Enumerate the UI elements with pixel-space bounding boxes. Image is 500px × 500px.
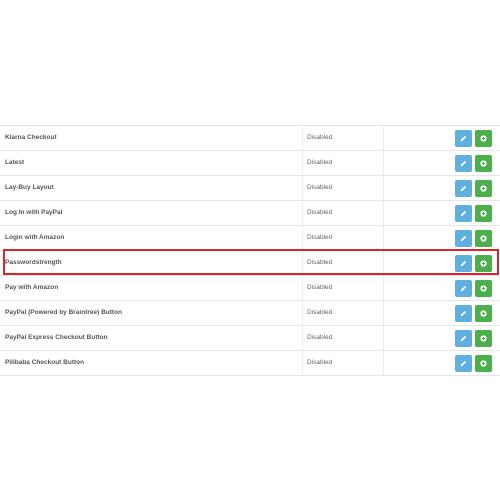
install-button[interactable] [475,230,492,247]
table-row: PayPal (Powered by Braintree) Button Dis… [0,301,500,326]
extension-status: Disabled [307,359,333,366]
extension-name: PayPal (Powered by Braintree) Button [5,309,123,316]
extension-name: Pay with Amazon [5,284,59,291]
edit-button[interactable] [455,330,472,347]
install-button[interactable] [475,180,492,197]
extensions-table: Klarna Checkout Disabled Latest Disabled… [0,125,500,376]
extension-name: Lay-Buy Layout [5,184,54,191]
table-row: Login with Amazon Disabled [0,226,500,251]
extension-name: PayPal Express Checkout Button [5,334,108,341]
edit-button[interactable] [455,230,472,247]
column-divider [383,326,384,350]
table-row: Lay-Buy Layout Disabled [0,176,500,201]
extension-name: Log In with PayPal [5,209,63,216]
pencil-icon [460,310,467,317]
pencil-icon [460,360,467,367]
column-divider [302,226,303,250]
extension-name: Login with Amazon [5,234,65,241]
table-row: Passwordstrength Disabled [0,251,500,276]
edit-button[interactable] [455,130,472,147]
extension-status: Disabled [307,259,333,266]
plus-circle-icon [480,310,487,317]
edit-button[interactable] [455,155,472,172]
extension-name: Passwordstrength [5,259,62,266]
plus-circle-icon [480,360,487,367]
column-divider [383,351,384,375]
extension-status: Disabled [307,159,333,166]
column-divider [383,301,384,325]
edit-button[interactable] [455,355,472,372]
table-row: Klarna Checkout Disabled [0,126,500,151]
table-row: Latest Disabled [0,151,500,176]
edit-button[interactable] [455,280,472,297]
pencil-icon [460,260,467,267]
install-button[interactable] [475,255,492,272]
column-divider [383,201,384,225]
install-button[interactable] [475,130,492,147]
extension-name: Klarna Checkout [5,134,57,141]
pencil-icon [460,210,467,217]
column-divider [383,276,384,300]
column-divider [302,126,303,150]
plus-circle-icon [480,235,487,242]
column-divider [383,176,384,200]
pencil-icon [460,235,467,242]
table-row: Pay with Amazon Disabled [0,276,500,301]
column-divider [302,326,303,350]
column-divider [302,301,303,325]
plus-circle-icon [480,260,487,267]
edit-button[interactable] [455,180,472,197]
edit-button[interactable] [455,255,472,272]
install-button[interactable] [475,330,492,347]
plus-circle-icon [480,135,487,142]
edit-button[interactable] [455,305,472,322]
extension-status: Disabled [307,284,333,291]
extension-name: Latest [5,159,25,166]
extension-status: Disabled [307,209,333,216]
column-divider [383,226,384,250]
column-divider [383,251,384,275]
extension-name: Pilibaba Checkout Button [5,359,85,366]
install-button[interactable] [475,280,492,297]
plus-circle-icon [480,285,487,292]
table-row: Log In with PayPal Disabled [0,201,500,226]
column-divider [302,351,303,375]
pencil-icon [460,185,467,192]
column-divider [383,126,384,150]
install-button[interactable] [475,155,492,172]
column-divider [302,251,303,275]
column-divider [302,151,303,175]
extension-status: Disabled [307,234,333,241]
column-divider [302,201,303,225]
pencil-icon [460,135,467,142]
extension-status: Disabled [307,134,333,141]
install-button[interactable] [475,355,492,372]
pencil-icon [460,335,467,342]
pencil-icon [460,160,467,167]
column-divider [302,276,303,300]
plus-circle-icon [480,160,487,167]
install-button[interactable] [475,205,492,222]
edit-button[interactable] [455,205,472,222]
extension-status: Disabled [307,309,333,316]
pencil-icon [460,285,467,292]
column-divider [302,176,303,200]
plus-circle-icon [480,335,487,342]
column-divider [383,151,384,175]
plus-circle-icon [480,210,487,217]
plus-circle-icon [480,185,487,192]
install-button[interactable] [475,305,492,322]
extension-status: Disabled [307,334,333,341]
table-row: Pilibaba Checkout Button Disabled [0,351,500,376]
table-row: PayPal Express Checkout Button Disabled [0,326,500,351]
extension-status: Disabled [307,184,333,191]
